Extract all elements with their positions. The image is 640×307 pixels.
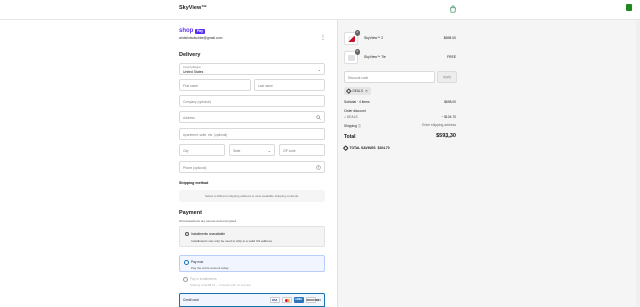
visa-icon: VISA	[269, 297, 280, 303]
pay-now-radio[interactable]	[184, 260, 189, 265]
total-label: Total	[344, 134, 356, 140]
item-thumbnail: 2	[344, 30, 360, 45]
card-brands: VISA AMEX DISCOVER +5	[269, 297, 321, 303]
item-thumbnail: 2	[344, 49, 360, 64]
savings-value: $104.70	[377, 146, 390, 150]
installments-body: Installments can only be used to ship to…	[191, 239, 273, 243]
apartment-field[interactable]: Apartment, suite, etc. (optional)	[179, 128, 325, 140]
order-discount-label: Order discount	[344, 109, 366, 113]
discount-code-placeholder: Discount code	[348, 75, 369, 80]
credit-card-option[interactable]: Credit card VISA AMEX DISCOVER +5	[179, 293, 325, 307]
total-savings: TOTAL SAVINGS $104.70	[343, 145, 390, 151]
company-field[interactable]: Company (optional)	[179, 95, 325, 107]
search-icon	[316, 115, 321, 120]
pay-now-subtitle: Pay the entire amount today	[191, 265, 229, 270]
payment-subtitle: All transactions are secure and encrypte…	[179, 219, 237, 223]
shipping-method-message: Select a different shipping address to v…	[204, 194, 299, 198]
pay-now-option[interactable]: Pay now Pay the entire amount today	[179, 255, 325, 272]
shop-pay-logo: shop Pay	[179, 27, 205, 35]
discount-amount: − $104.70	[441, 115, 456, 119]
shopping-bag-icon[interactable]	[449, 5, 457, 13]
mastercard-icon	[281, 297, 292, 303]
pay-installments-option[interactable]: Pay in installments Starting at $198.10 …	[179, 273, 325, 290]
state-placeholder: State	[233, 148, 241, 153]
credit-card-label: Credit card	[183, 297, 199, 302]
product-image	[348, 55, 355, 61]
delivery-heading: Delivery	[179, 52, 201, 58]
applied-discount-chip: DEALS ✕	[344, 87, 371, 95]
top-bar: SkyView™	[0, 0, 640, 20]
order-summary-panel	[337, 20, 640, 307]
quantity-badge: 2	[354, 49, 360, 55]
info-icon	[185, 232, 189, 236]
tag-icon	[346, 88, 352, 94]
subtotal-value: $698.00	[444, 100, 456, 104]
phone-field[interactable]: Phone (optional) ?	[179, 161, 325, 173]
first-name-field[interactable]: First name	[179, 79, 251, 91]
phone-placeholder: Phone (optional)	[183, 165, 207, 170]
shipping-method-heading: Shipping method	[179, 181, 209, 185]
shipping-summary-text: Shipping	[344, 124, 357, 128]
last-name-field[interactable]: Last name	[254, 79, 325, 91]
zip-placeholder: ZIP code	[283, 148, 296, 153]
country-label: Country/Region	[183, 65, 202, 69]
shipping-summary-value: Enter shipping address	[422, 123, 456, 127]
company-placeholder: Company (optional)	[183, 99, 211, 104]
apartment-placeholder: Apartment, suite, etc. (optional)	[183, 132, 228, 137]
pay-installments-title: Pay in installments	[190, 276, 217, 281]
pay-installments-subtitle: Starting at $198.10 – 3 weeks with no in…	[190, 282, 251, 287]
city-placeholder: City	[183, 148, 189, 153]
item-name: SkyView™ 2	[364, 36, 384, 40]
installments-title: Installments unavailable	[191, 232, 226, 236]
product-image	[348, 36, 355, 42]
country-select[interactable]: Country/Region United States ⌄	[179, 63, 325, 75]
address-placeholder: Address	[183, 115, 195, 120]
amex-icon: AMEX	[293, 297, 304, 303]
discount-code-line: ⌂ DEALS	[344, 115, 358, 119]
help-circle-icon[interactable]: ⓘ	[358, 124, 361, 128]
shipping-method-notice: Select a different shipping address to v…	[179, 190, 325, 202]
discount-code-line-label: DEALS	[346, 115, 358, 119]
address-field[interactable]: Address	[179, 111, 325, 123]
applied-code: DEALS	[352, 89, 363, 93]
shop-wordmark: shop	[179, 28, 194, 34]
extension-icon[interactable]	[626, 4, 632, 11]
remove-discount-icon[interactable]: ✕	[365, 89, 368, 93]
first-name-placeholder: First name	[183, 83, 199, 88]
more-brands-count: +5	[317, 298, 321, 302]
chevron-down-icon: ⌄	[267, 148, 271, 153]
pay-installments-radio[interactable]	[183, 277, 188, 282]
installments-notice: Installments unavailable Installments ca…	[179, 226, 325, 247]
last-name-placeholder: Last name	[258, 83, 273, 88]
shipping-summary-label: Shipping ⓘ	[344, 123, 361, 128]
savings-label: TOTAL SAVINGS	[349, 146, 376, 150]
quantity-badge: 2	[354, 30, 360, 36]
city-field[interactable]: City	[179, 144, 225, 156]
tag-icon	[343, 145, 349, 151]
shop-pay-badge: Pay	[195, 28, 205, 34]
help-circle-icon[interactable]: ?	[316, 165, 321, 170]
subtotal-label: Subtotal · 4 items	[344, 100, 370, 104]
total-value: $593.30	[436, 133, 456, 139]
chevron-down-icon: ⌄	[317, 67, 321, 72]
store-title[interactable]: SkyView™	[179, 5, 207, 11]
item-price: $698.00	[443, 36, 456, 40]
discover-icon: DISCOVER	[305, 297, 320, 303]
payment-heading: Payment	[179, 210, 202, 216]
state-select[interactable]: State ⌄	[229, 144, 275, 156]
more-options-icon[interactable]: ⋮	[320, 35, 326, 41]
country-value: United States	[183, 69, 204, 74]
account-email: ahdsfcdsdscbbe@gmail.com	[179, 36, 223, 40]
pay-now-title: Pay now	[191, 259, 204, 264]
zip-field[interactable]: ZIP code	[279, 144, 325, 156]
item-name: SkyView™ Tie	[364, 55, 386, 59]
apply-discount-button[interactable]: Apply	[437, 71, 457, 83]
scrollbar[interactable]	[636, 20, 640, 307]
discount-code-input[interactable]: Discount code	[344, 71, 435, 83]
item-price: FREE	[446, 55, 456, 59]
